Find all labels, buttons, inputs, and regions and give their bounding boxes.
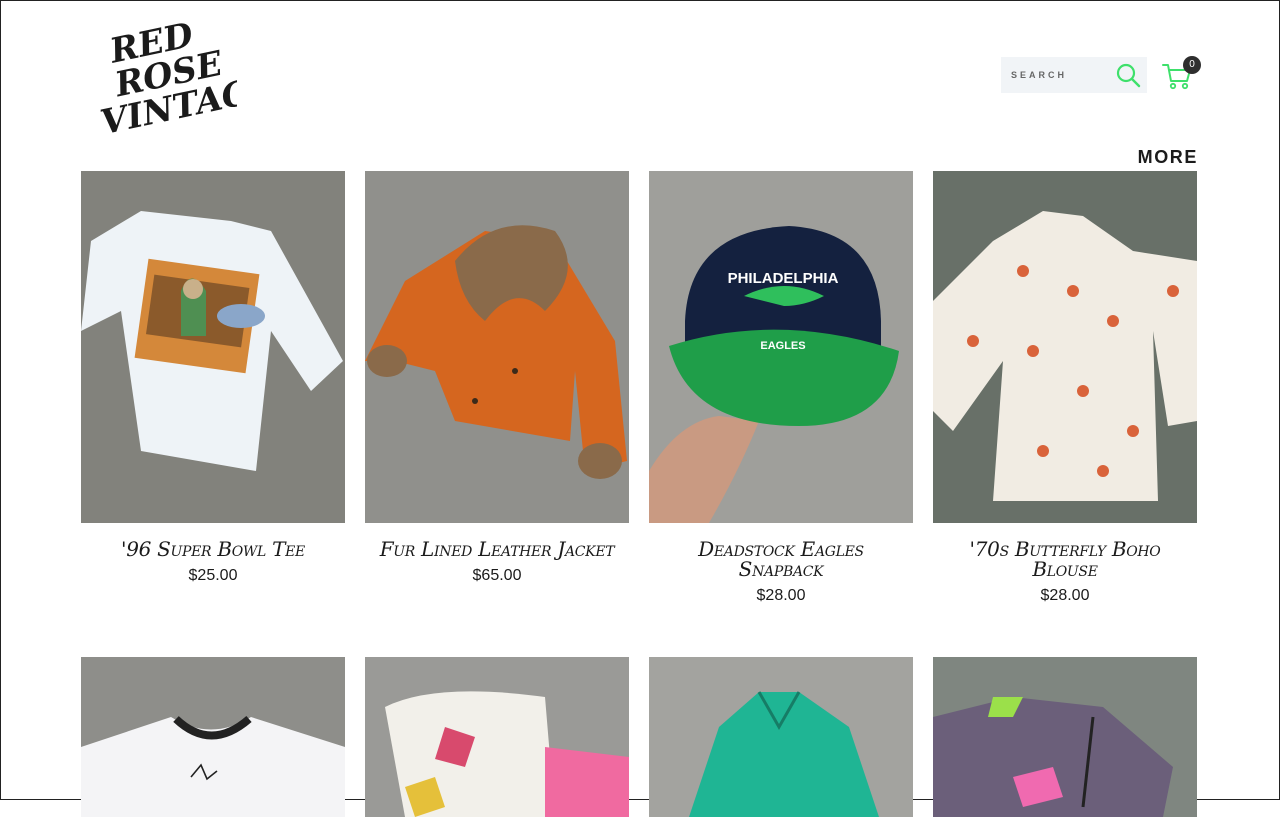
search-bar: [1001, 57, 1147, 93]
brand-logo[interactable]: RED ROSE VINTAGE: [87, 17, 237, 135]
product-card: [81, 657, 345, 817]
product-image[interactable]: [365, 171, 629, 523]
shorts-photo: [365, 657, 629, 817]
search-icon[interactable]: [1115, 62, 1141, 88]
product-price: $28.00: [1040, 587, 1090, 604]
cap-subtext: EAGLES: [760, 340, 805, 352]
cap-photo: PHILADELPHIA EAGLES: [649, 171, 913, 523]
product-image[interactable]: [81, 171, 345, 523]
product-card: Fur Lined Leather Jacket $65.00: [365, 171, 629, 585]
product-price: $28.00: [756, 587, 806, 604]
jacket-photo: [365, 171, 629, 523]
product-card: [365, 657, 629, 817]
cap-text: PHILADELPHIA: [728, 270, 839, 287]
more-link[interactable]: MORE: [1138, 147, 1198, 168]
windbreaker-photo: [933, 657, 1197, 817]
product-card: '70s Butterfly Boho Blouse $28.00: [933, 171, 1197, 605]
cart-button[interactable]: 0: [1161, 56, 1203, 93]
product-image[interactable]: [933, 657, 1197, 817]
product-card: '96 Super Bowl Tee $25.00: [81, 171, 345, 585]
product-image[interactable]: [649, 657, 913, 817]
product-image[interactable]: PHILADELPHIA EAGLES: [649, 171, 913, 523]
product-image[interactable]: [933, 171, 1197, 523]
jumpsuit-photo: [649, 657, 913, 817]
product-image[interactable]: [365, 657, 629, 817]
cart-count-badge: 0: [1183, 56, 1201, 74]
product-name[interactable]: Fur Lined Leather Jacket: [365, 539, 629, 559]
product-card: [649, 657, 913, 817]
blouse-photo: [933, 171, 1197, 523]
product-name[interactable]: Deadstock Eagles Snapback: [649, 539, 913, 579]
product-name[interactable]: '96 Super Bowl Tee: [81, 539, 345, 559]
product-image[interactable]: [81, 657, 345, 817]
product-card: [933, 657, 1197, 817]
product-name[interactable]: '70s Butterfly Boho Blouse: [933, 539, 1197, 579]
sweatshirt-photo: [81, 657, 345, 817]
product-price: $25.00: [188, 567, 238, 584]
product-price: $65.00: [472, 567, 522, 584]
search-input[interactable]: [1011, 57, 1111, 93]
product-card: PHILADELPHIA EAGLES Deadstock Eagles Sna…: [649, 171, 913, 605]
tee-photo: [81, 171, 345, 523]
